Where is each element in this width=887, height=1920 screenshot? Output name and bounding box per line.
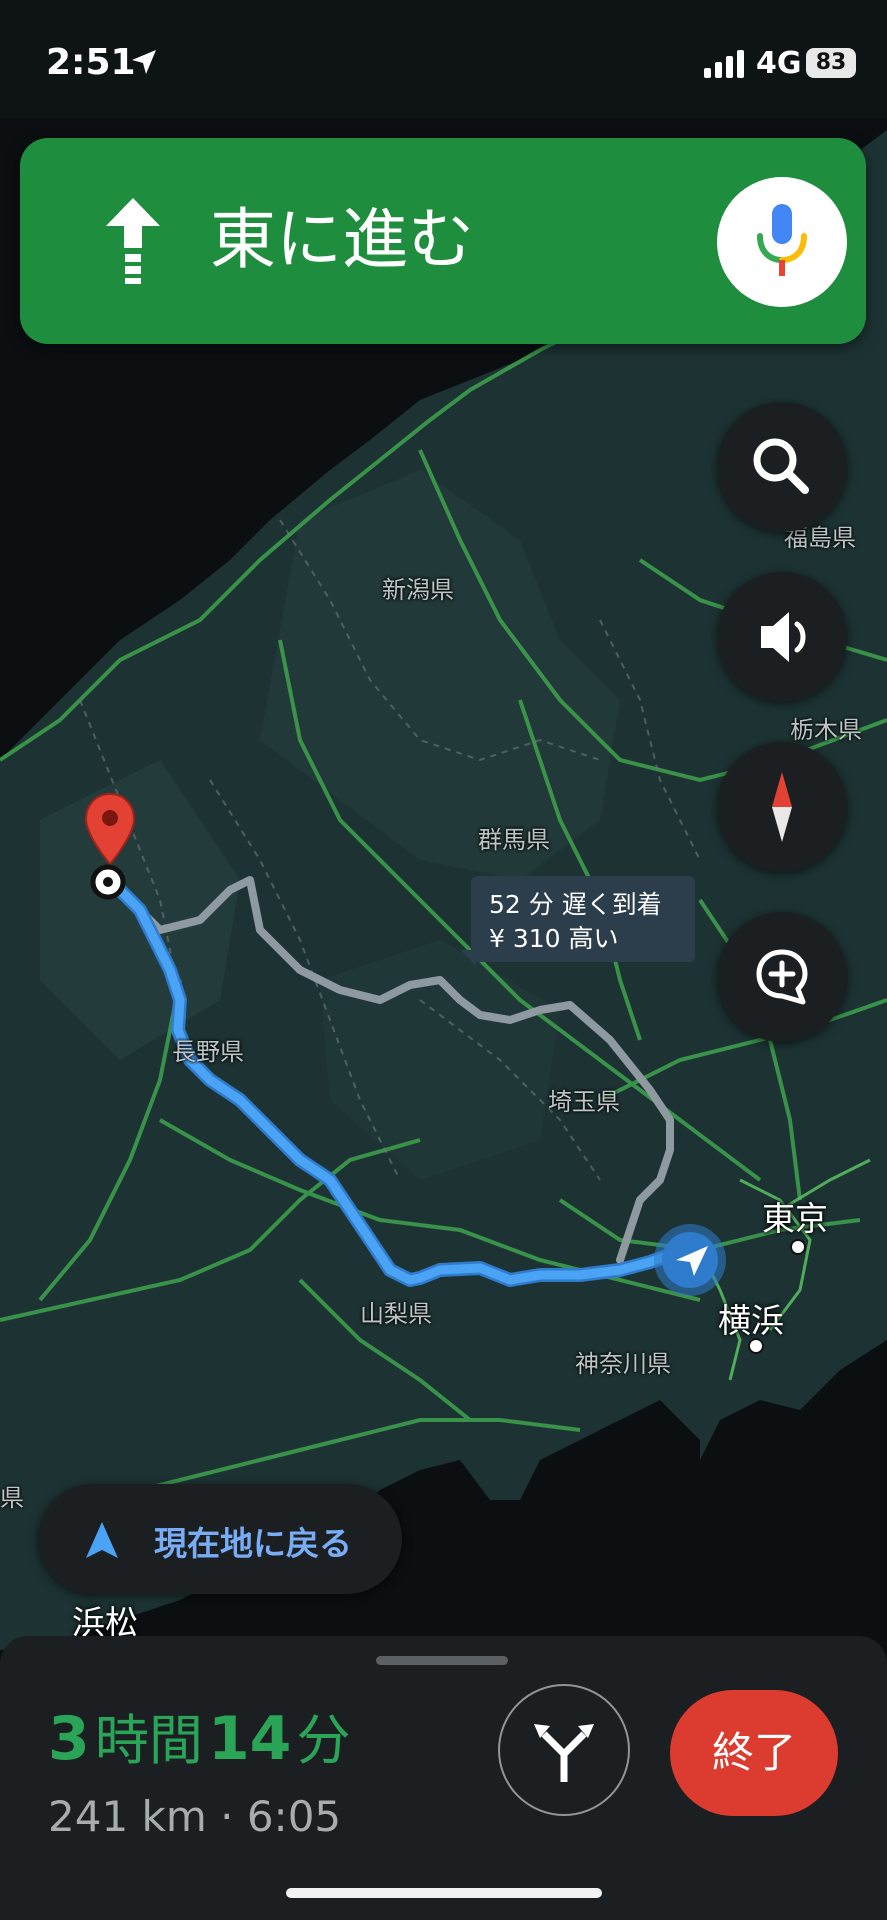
- sound-button[interactable]: [717, 572, 847, 702]
- city-label-tokyo: 東京: [762, 1199, 828, 1238]
- eta-duration: 3 時間 14 分: [48, 1696, 351, 1775]
- voice-search-button[interactable]: [717, 177, 847, 307]
- arrival-time: 6:05: [246, 1792, 342, 1841]
- navigation-arrow-icon: [132, 50, 156, 74]
- trip-distance: 241 km: [48, 1792, 207, 1841]
- location-pin-icon: [84, 792, 136, 866]
- alt-route-delay: 52 分 遅く到着: [489, 890, 662, 919]
- eta-minutes: 14: [207, 1704, 292, 1774]
- microphone-icon: [757, 204, 807, 276]
- region-label-nagano: 長野県: [172, 1038, 244, 1066]
- eta-minutes-unit: 分: [296, 1709, 351, 1772]
- region-label-niigata: 新潟県: [382, 576, 454, 604]
- alt-route-cost: ¥ 310 高い: [489, 924, 619, 953]
- trip-details: 241 km · 6:05: [48, 1792, 341, 1841]
- search-button[interactable]: [717, 402, 847, 532]
- status-time: 2:51: [46, 42, 136, 83]
- network-type: 4G: [756, 46, 802, 81]
- navigation-arrow-icon: [86, 1522, 118, 1558]
- direction-instruction: 東に進む: [210, 201, 474, 278]
- compass-button[interactable]: [717, 742, 847, 872]
- alternative-routes-button[interactable]: [498, 1684, 630, 1816]
- origin-circle-icon: [90, 864, 126, 900]
- recenter-button[interactable]: 現在地に戻る: [38, 1484, 402, 1594]
- eta-hours-unit: 時間: [94, 1709, 203, 1772]
- region-label-tochigi: 栃木県: [790, 716, 862, 744]
- cellular-signal-icon: [704, 50, 746, 78]
- city-label-yokohama: 横浜: [718, 1301, 784, 1340]
- recenter-label: 現在地に戻る: [154, 1524, 352, 1563]
- add-report-icon: [756, 949, 808, 1005]
- callout-tail: [460, 950, 476, 966]
- home-indicator[interactable]: [286, 1888, 602, 1898]
- fork-routes-icon: [534, 1724, 594, 1782]
- region-label-gunma: 群馬県: [478, 826, 550, 854]
- battery-indicator: 83: [806, 48, 856, 78]
- alternative-route-callout[interactable]: 52 分 遅く到着 ¥ 310 高い: [471, 876, 695, 962]
- sheet-handle[interactable]: [376, 1656, 508, 1665]
- region-label-edge: 県: [0, 1484, 24, 1512]
- search-icon: [753, 438, 809, 494]
- straight-arrow-icon: [106, 198, 160, 284]
- speaker-icon: [761, 612, 806, 662]
- direction-banner[interactable]: 東に進む: [20, 138, 866, 344]
- end-navigation-button[interactable]: 終了: [670, 1690, 838, 1816]
- trip-summary-sheet[interactable]: 3 時間 14 分 241 km · 6:05 終了: [0, 1636, 887, 1920]
- eta-hours: 3: [48, 1704, 90, 1774]
- current-position-icon: [654, 1224, 726, 1296]
- compass-icon: [772, 772, 792, 842]
- status-bar: 2:51 4G 83: [0, 0, 887, 118]
- region-label-kanagawa: 神奈川県: [575, 1350, 671, 1378]
- trip-separator: ·: [206, 1792, 247, 1841]
- add-report-button[interactable]: [717, 912, 847, 1042]
- region-label-saitama: 埼玉県: [548, 1088, 620, 1116]
- region-label-yamanashi: 山梨県: [360, 1300, 432, 1328]
